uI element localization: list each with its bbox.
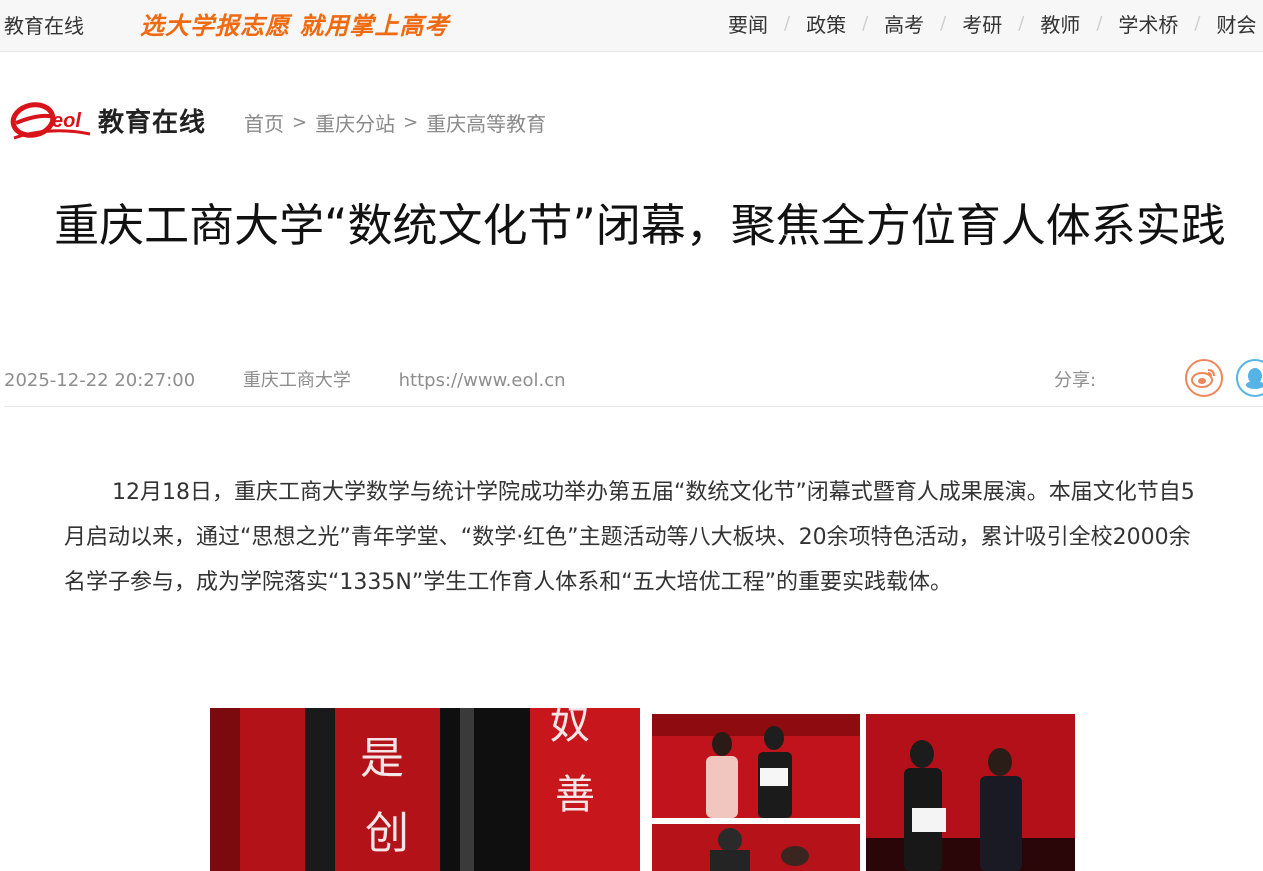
nav-item-gaokao[interactable]: 高考	[884, 9, 924, 38]
article-meta: 2025-12-22 20:27:00 重庆工商大学 https://www.e…	[4, 366, 608, 392]
qq-icon	[1246, 368, 1263, 389]
article-paragraph: 12月18日，重庆工商大学数学与统计学院成功举办第五届“数统文化节”闭幕式暨育人…	[64, 480, 1195, 595]
nav-item-xueshuqiao[interactable]: 学术桥	[1118, 9, 1178, 38]
logo-mark-text: eol	[52, 110, 81, 132]
share-qq-button[interactable]	[1236, 359, 1263, 397]
svg-text:创: 创	[365, 808, 409, 859]
breadcrumb-chongqing[interactable]: 重庆分站	[315, 108, 395, 137]
article-title: 重庆工商大学“数统文化节”闭幕，聚焦全方位育人体系实践	[54, 199, 1226, 252]
weibo-icon	[1191, 369, 1215, 388]
publish-date: 2025-12-22 20:27:00	[4, 370, 196, 391]
nav-item-kaoyan[interactable]: 考研	[962, 9, 1002, 38]
site-name-link[interactable]: 教育在线	[4, 10, 84, 39]
nav-separator: /	[1096, 12, 1103, 34]
nav-separator: /	[1194, 12, 1201, 34]
nav-separator: /	[940, 12, 947, 34]
svg-text:是: 是	[360, 733, 404, 784]
breadcrumb-separator: >	[403, 112, 419, 133]
nav-separator: /	[862, 12, 869, 34]
article-source: 重庆工商大学	[242, 370, 351, 391]
nav-item-yaowen[interactable]: 要闻	[728, 9, 768, 38]
meta-divider	[4, 406, 1263, 407]
nav-separator: /	[784, 12, 791, 34]
source-url: https://www.eol.cn	[398, 370, 566, 391]
nav-separator: /	[1018, 12, 1025, 34]
slogan-banner[interactable]: 选大学报志愿 就用掌上高考	[140, 6, 449, 41]
svg-text:善: 善	[555, 772, 595, 818]
breadcrumb-higher-education[interactable]: 重庆高等教育	[426, 108, 546, 137]
breadcrumb-home[interactable]: 首页	[244, 108, 284, 137]
share-weibo-button[interactable]	[1185, 359, 1223, 397]
breadcrumb: 首页 > 重庆分站 > 重庆高等教育	[244, 108, 546, 137]
top-bar: 教育在线 选大学报志愿 就用掌上高考 要闻 / 政策 / 高考 / 考研 / 教…	[0, 0, 1263, 52]
logo-text[interactable]: 教育在线	[98, 102, 206, 139]
nav-item-caikuai[interactable]: 财会	[1216, 9, 1256, 38]
breadcrumb-separator: >	[292, 112, 308, 133]
nav-item-jiaoshi[interactable]: 教师	[1040, 9, 1080, 38]
eol-logo-icon[interactable]: eol	[10, 96, 92, 144]
share-label: 分享:	[1054, 370, 1097, 391]
svg-text:奴: 奴	[550, 708, 590, 748]
nav-item-zhengce[interactable]: 政策	[806, 9, 846, 38]
article-photo: 是 创 奴 善	[210, 708, 1075, 871]
top-nav: 要闻 / 政策 / 高考 / 考研 / 教师 / 学术桥 / 财会	[728, 9, 1256, 38]
